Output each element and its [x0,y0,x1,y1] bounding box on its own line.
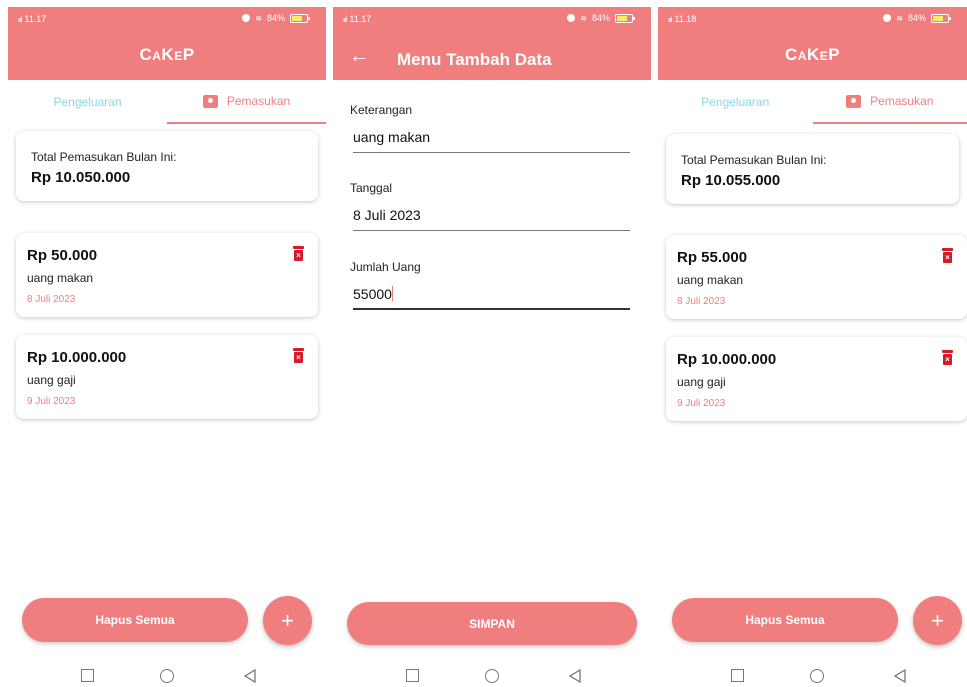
app-bar: ıııl 11.17 ≋ 84% ← Menu Tambah Data [333,7,651,80]
tanggal-label: Tanggal [350,181,393,195]
battery-icon [931,13,951,23]
wifi-icon: ≋ [580,13,587,23]
status-time: 11.17 [24,14,47,24]
item-description: uang makan [677,273,744,287]
recents-icon[interactable] [406,669,419,682]
tanggal-input[interactable]: 8 Juli 2023 [353,203,630,231]
back-nav-icon[interactable] [242,668,258,684]
tab-pemasukan[interactable]: Pemasukan [812,80,967,124]
simpan-button[interactable]: SIMPAN [347,602,637,645]
item-date: 9 Juli 2023 [27,396,76,407]
screen-list-after: ıııl 11.18 ≋ 84% CaKeP Pengeluaran Pemasu… [658,7,967,687]
home-icon[interactable] [160,669,174,683]
tab-pemasukan-label: Pemasukan [226,94,291,108]
recents-icon[interactable] [731,669,744,682]
list-item[interactable]: Rp 50.000 uang makan 8 Juli 2023 × [16,233,318,317]
battery-icon [615,13,635,23]
tab-pemasukan-label: Pemasukan [870,94,934,108]
list-item[interactable]: Rp 10.000.000 uang gaji 9 Juli 2023 × [666,337,967,421]
wallet-icon [846,94,862,108]
total-value: Rp 10.050.000 [31,169,131,186]
jumlah-uang-input[interactable]: 55000 [353,282,630,310]
alarm-icon [567,14,576,22]
screen-list-before: ıııl 11.17 ≋ 84% CaKeP Pengeluaran Pemasu… [8,7,326,687]
alarm-icon [242,14,251,22]
keterangan-label: Keterangan [350,103,413,117]
tab-pemasukan[interactable]: Pemasukan [167,80,326,124]
item-description: uang makan [27,271,94,285]
app-bar: ıııl 11.18 ≋ 84% CaKeP [658,7,967,80]
item-date: 8 Juli 2023 [27,294,76,305]
tab-pengeluaran[interactable]: Pengeluaran [658,80,813,124]
add-button[interactable]: + [263,596,312,645]
delete-icon[interactable]: × [942,248,953,263]
total-card: Total Pemasukan Bulan Ini: Rp 10.055.000 [666,134,959,204]
total-value: Rp 10.055.000 [681,172,781,189]
item-amount: Rp 10.000.000 [27,349,127,366]
item-description: uang gaji [677,375,726,389]
signal-icon: ıııl [668,17,673,24]
status-time: 11.18 [674,14,697,24]
item-date: 9 Juli 2023 [677,398,726,409]
status-bar: ıııl 11.17 ≋ 84% [8,7,326,31]
item-amount: Rp 55.000 [677,249,748,266]
signal-icon: ıııl [343,17,348,24]
item-amount: Rp 50.000 [27,247,98,264]
total-label: Total Pemasukan Bulan Ini: [31,150,177,164]
app-bar: ıııl 11.17 ≋ 84% CaKeP [8,7,326,80]
wallet-icon [202,94,218,108]
home-icon[interactable] [485,669,499,683]
tab-pengeluaran[interactable]: Pengeluaran [8,80,167,124]
recents-icon[interactable] [81,669,94,682]
back-arrow-icon[interactable]: ← [349,46,369,66]
screen-add-data: ıııl 11.17 ≋ 84% ← Menu Tambah Data Keter… [333,7,651,687]
status-bar: ıııl 11.18 ≋ 84% [658,7,967,31]
battery-percent: 84% [907,13,926,23]
add-button[interactable]: + [913,596,962,645]
back-nav-icon[interactable] [892,668,908,684]
tab-bar: Pengeluaran Pemasukan [8,80,326,124]
back-nav-icon[interactable] [567,668,583,684]
wifi-icon: ≋ [896,13,903,23]
delete-icon[interactable]: × [293,246,304,261]
list-item[interactable]: Rp 10.000.000 uang gaji 9 Juli 2023 × [16,335,318,419]
total-card: Total Pemasukan Bulan Ini: Rp 10.050.000 [16,131,318,201]
system-nav-bar [658,667,967,687]
hapus-semua-button[interactable]: Hapus Semua [672,598,898,642]
jumlah-uang-label: Jumlah Uang [350,260,421,274]
system-nav-bar [333,667,651,687]
app-title: CaKeP [139,45,195,64]
battery-icon [290,13,310,23]
item-amount: Rp 10.000.000 [677,351,777,368]
battery-percent: 84% [266,13,285,23]
wifi-icon: ≋ [255,13,262,23]
tab-bar: Pengeluaran Pemasukan [658,80,967,124]
alarm-icon [883,14,892,22]
system-nav-bar [8,667,326,687]
signal-icon: ıııl [18,17,23,24]
battery-percent: 84% [591,13,610,23]
keterangan-input[interactable]: uang makan [353,125,630,153]
delete-icon[interactable]: × [293,348,304,363]
app-title: CaKeP [784,45,841,64]
status-bar: ıııl 11.17 ≋ 84% [333,7,651,31]
text-caret [391,286,393,301]
status-time: 11.17 [349,14,372,24]
hapus-semua-button[interactable]: Hapus Semua [22,598,248,642]
home-icon[interactable] [810,669,824,683]
item-description: uang gaji [27,373,76,387]
list-item[interactable]: Rp 55.000 uang makan 8 Juli 2023 × [666,235,967,319]
delete-icon[interactable]: × [942,350,953,365]
item-date: 8 Juli 2023 [677,296,726,307]
page-title: Menu Tambah Data [397,50,552,69]
total-label: Total Pemasukan Bulan Ini: [681,153,827,167]
